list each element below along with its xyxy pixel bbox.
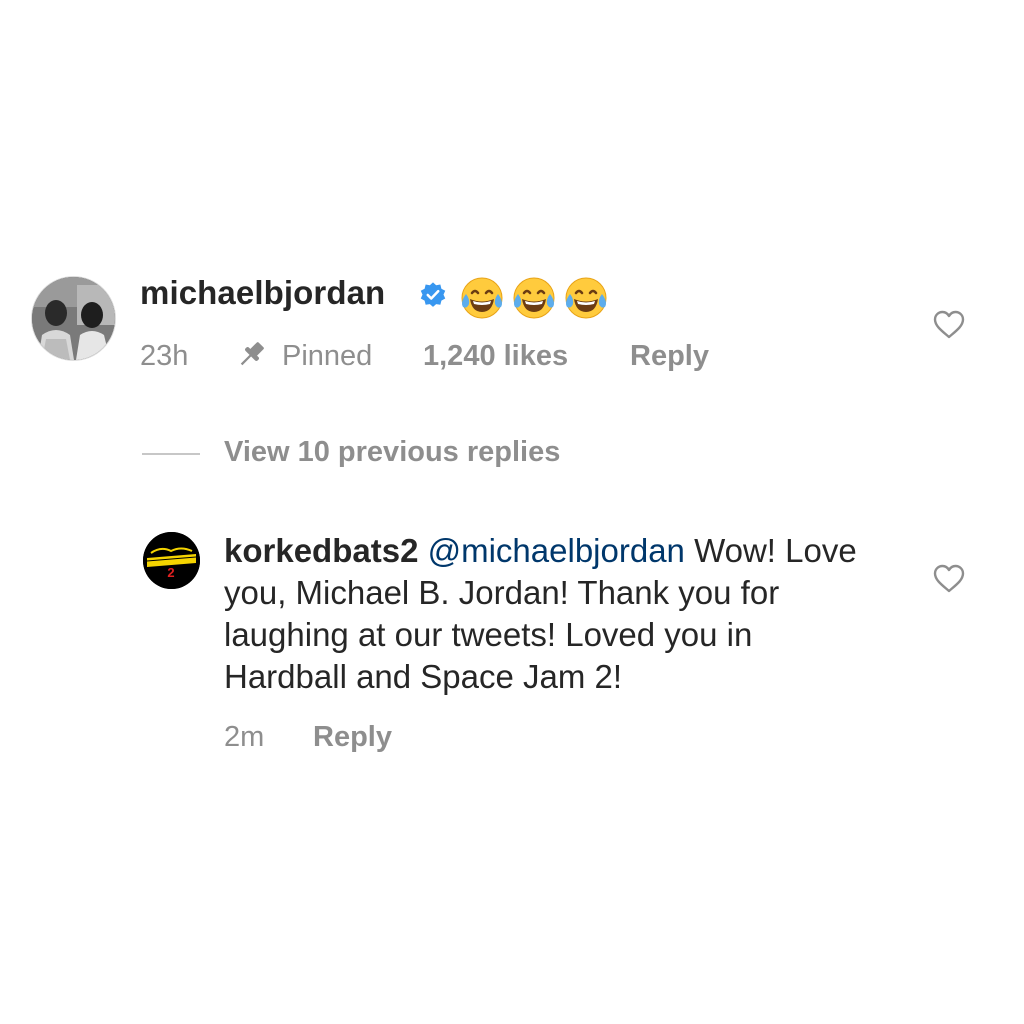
comment-thread: michaelbjordan 23h Pinned 1,240 likes Re… <box>0 0 1024 1024</box>
comment-timestamp: 23h <box>140 340 189 372</box>
reply-timestamp: 2m <box>224 721 265 753</box>
like-heart-icon[interactable] <box>932 308 966 342</box>
replies-divider <box>142 453 200 455</box>
reply-button[interactable]: Reply <box>313 721 392 754</box>
verified-badge-icon <box>420 282 446 307</box>
reply-text: korkedbats2 @michaelbjordan Wow! Love yo… <box>224 530 884 698</box>
emoji-group <box>458 274 610 322</box>
reply-button[interactable]: Reply <box>630 340 709 373</box>
comment-username[interactable]: michaelbjordan <box>140 274 385 312</box>
pin-icon <box>240 342 264 366</box>
svg-text:2: 2 <box>167 565 174 580</box>
view-previous-replies-button[interactable]: View 10 previous replies <box>224 436 560 469</box>
pinned-label: Pinned <box>282 340 373 372</box>
reply-username[interactable]: korkedbats2 <box>224 532 418 569</box>
face-with-tears-of-joy-icon <box>565 277 607 319</box>
avatar[interactable] <box>32 277 115 360</box>
mention-link[interactable]: @michaelbjordan <box>428 532 685 569</box>
korkedbats-logo: 2 <box>143 532 200 589</box>
profile-photo <box>32 277 115 360</box>
face-with-tears-of-joy-icon <box>461 277 503 319</box>
like-heart-icon[interactable] <box>932 562 966 596</box>
face-with-tears-of-joy-icon <box>513 277 555 319</box>
likes-count[interactable]: 1,240 likes <box>423 340 568 373</box>
avatar[interactable]: 2 <box>143 532 200 589</box>
